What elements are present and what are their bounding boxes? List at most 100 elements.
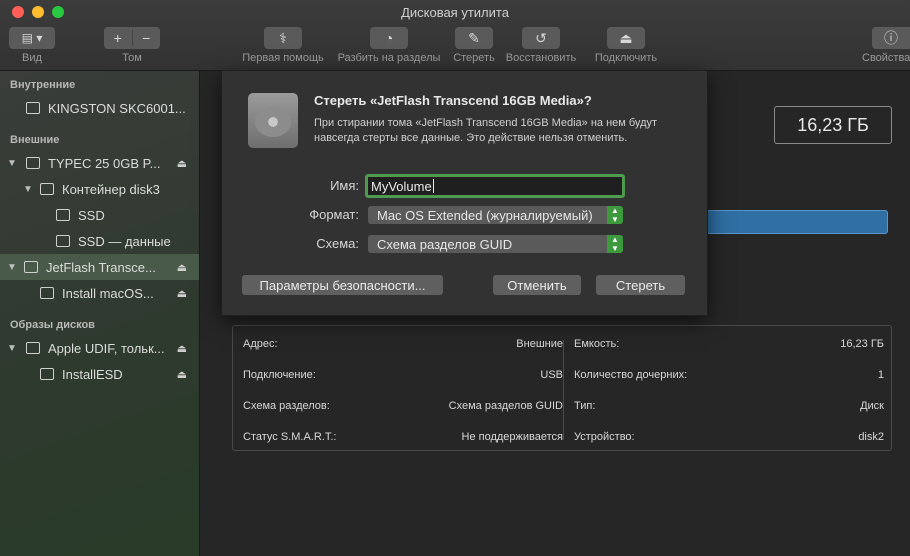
sidebar-item-typec[interactable]: ▼ TYPEC 25 0GB P... ⏏	[0, 150, 199, 176]
sidebar-item-ssd-data[interactable]: SSD — данные	[0, 228, 199, 254]
info-value: Схема разделов GUID	[448, 400, 563, 412]
select-arrows-icon: ▲ ▼	[607, 206, 623, 224]
name-label: Имя:	[330, 178, 359, 193]
disk-icon	[26, 157, 40, 169]
volume-icon	[56, 209, 70, 221]
scheme-value: Схема разделов GUID	[377, 236, 513, 252]
first-aid-label: Первая помощь	[242, 52, 324, 64]
stethoscope-icon: ⚕	[279, 29, 287, 46]
volume-icon	[56, 235, 70, 247]
format-label: Формат:	[309, 207, 359, 222]
info-key: Количество дочерних:	[574, 369, 688, 381]
container-icon	[40, 183, 54, 195]
security-options-button[interactable]: Параметры безопасности...	[242, 275, 443, 295]
sidebar-item-label: SSD — данные	[78, 233, 171, 249]
info-row: Схема разделов: Схема разделов GUID	[243, 400, 563, 420]
info-row: Подключение: USB	[243, 369, 563, 389]
sidebar-item-label: KINGSTON SKC6001...	[48, 100, 186, 116]
sidebar-item-kingston[interactable]: KINGSTON SKC6001...	[0, 95, 199, 121]
view-button[interactable]: ▤ ▾	[9, 27, 55, 49]
disclosure-triangle-icon[interactable]: ▼	[6, 343, 18, 354]
cancel-button[interactable]: Отменить	[493, 275, 581, 295]
info-key: Подключение:	[243, 369, 316, 381]
partition-button[interactable]: ◔	[370, 27, 408, 49]
sidebar-item-label: SSD	[78, 207, 105, 223]
info-row: Количество дочерних: 1	[574, 369, 884, 389]
eject-icon[interactable]: ⏏	[177, 287, 187, 300]
minus-icon[interactable]: −	[133, 30, 161, 46]
dialog-message: При стирании тома «JetFlash Transcend 16…	[314, 117, 658, 144]
first-aid-button[interactable]: ⚕	[264, 27, 302, 49]
format-select[interactable]: Mac OS Extended (журналируемый) ▲ ▼	[368, 206, 623, 224]
text-caret	[432, 179, 434, 193]
restore-icon: ↺	[535, 29, 547, 46]
sidebar-item-install-macos[interactable]: Install macOS... ⏏	[0, 280, 199, 306]
disk-icon	[26, 102, 40, 114]
sidebar-item-label: InstallESD	[62, 366, 123, 382]
sidebar-item-label: JetFlash Transce...	[46, 259, 156, 275]
pie-chart-icon: ◔	[384, 30, 394, 46]
erase-toolbar-button[interactable]: ✎	[455, 27, 493, 49]
disclosure-triangle-icon[interactable]: ▼	[6, 158, 18, 169]
window-title: Дисковая утилита	[401, 5, 509, 20]
scheme-label: Схема:	[316, 236, 359, 251]
volume-add-remove[interactable]: + −	[104, 27, 160, 49]
info-key: Статус S.M.A.R.T.:	[243, 431, 337, 443]
erase-button[interactable]: Стереть	[596, 275, 685, 295]
volume-icon	[40, 287, 54, 299]
info-key: Устройство:	[574, 431, 635, 443]
plus-icon[interactable]: +	[104, 30, 133, 46]
erase-toolbar-label: Стереть	[453, 52, 495, 64]
mount-label: Подключить	[594, 52, 658, 64]
view-label: Вид	[22, 52, 42, 64]
disk-image-icon	[26, 342, 40, 354]
name-field[interactable]: MyVolume	[365, 174, 625, 198]
eject-icon[interactable]: ⏏	[177, 157, 187, 170]
restore-label: Восстановить	[505, 52, 577, 64]
info-row: Тип: Диск	[574, 400, 884, 420]
hard-drive-icon	[248, 93, 298, 148]
toolbar: Дисковая утилита ▤ ▾ Вид + − Том ⚕ Перва…	[0, 0, 910, 71]
sidebar-item-installesd[interactable]: InstallESD ⏏	[0, 361, 199, 387]
format-value: Mac OS Extended (журналируемый)	[377, 207, 593, 223]
info-value: 1	[877, 369, 884, 381]
sidebar: Внутренние KINGSTON SKC6001... Внешние ▼…	[0, 71, 200, 556]
sidebar-section-external: Внешние	[10, 134, 60, 146]
sidebar-item-apple-udif[interactable]: ▼ Apple UDIF, тольк... ⏏	[0, 335, 199, 361]
sidebar-item-label: Install macOS...	[62, 285, 154, 301]
info-table: Адрес: Внешние Подключение: USB Схема разд…	[232, 325, 892, 451]
info-value: 16,23 ГБ	[840, 338, 884, 350]
sidebar-item-label: Контейнер disk3	[62, 181, 160, 197]
name-value: MyVolume	[371, 178, 432, 194]
info-button[interactable]: ⓘ	[872, 27, 910, 49]
eject-icon[interactable]: ⏏	[177, 261, 187, 274]
info-row: Емкость: 16,23 ГБ	[574, 338, 884, 358]
volume-label: Том	[122, 52, 142, 64]
scheme-select[interactable]: Схема разделов GUID ▲ ▼	[368, 235, 623, 253]
eject-icon[interactable]: ⏏	[177, 342, 187, 355]
disclosure-triangle-icon[interactable]: ▼	[22, 184, 34, 195]
sidebar-item-container[interactable]: ▼ Контейнер disk3	[0, 176, 199, 202]
info-value: disk2	[858, 431, 884, 443]
restore-button[interactable]: ↺	[522, 27, 560, 49]
select-arrows-icon: ▲ ▼	[607, 235, 623, 253]
info-value: Диск	[860, 400, 884, 412]
info-key: Схема разделов:	[243, 400, 330, 412]
info-value: Не поддерживается	[461, 431, 564, 443]
info-row: Адрес: Внешние	[243, 338, 563, 358]
sidebar-item-label: Apple UDIF, тольк...	[48, 340, 165, 356]
mount-button[interactable]: ⏏	[607, 27, 645, 49]
disclosure-triangle-icon[interactable]: ▼	[6, 262, 18, 273]
sidebar-item-jetflash[interactable]: ▼ JetFlash Transce... ⏏	[0, 254, 199, 280]
info-icon: ⓘ	[884, 30, 898, 46]
mount-icon: ⏏	[619, 29, 633, 46]
sidebar-section-internal: Внутренние	[10, 79, 76, 91]
eject-icon[interactable]: ⏏	[177, 368, 187, 381]
info-key: Емкость:	[574, 338, 620, 350]
disk-icon	[24, 261, 38, 273]
sidebar-item-ssd[interactable]: SSD	[0, 202, 199, 228]
info-divider	[563, 340, 564, 440]
info-label: Свойства	[862, 52, 910, 64]
usage-bar	[704, 210, 888, 234]
sidebar-section-images: Образы дисков	[10, 319, 95, 331]
